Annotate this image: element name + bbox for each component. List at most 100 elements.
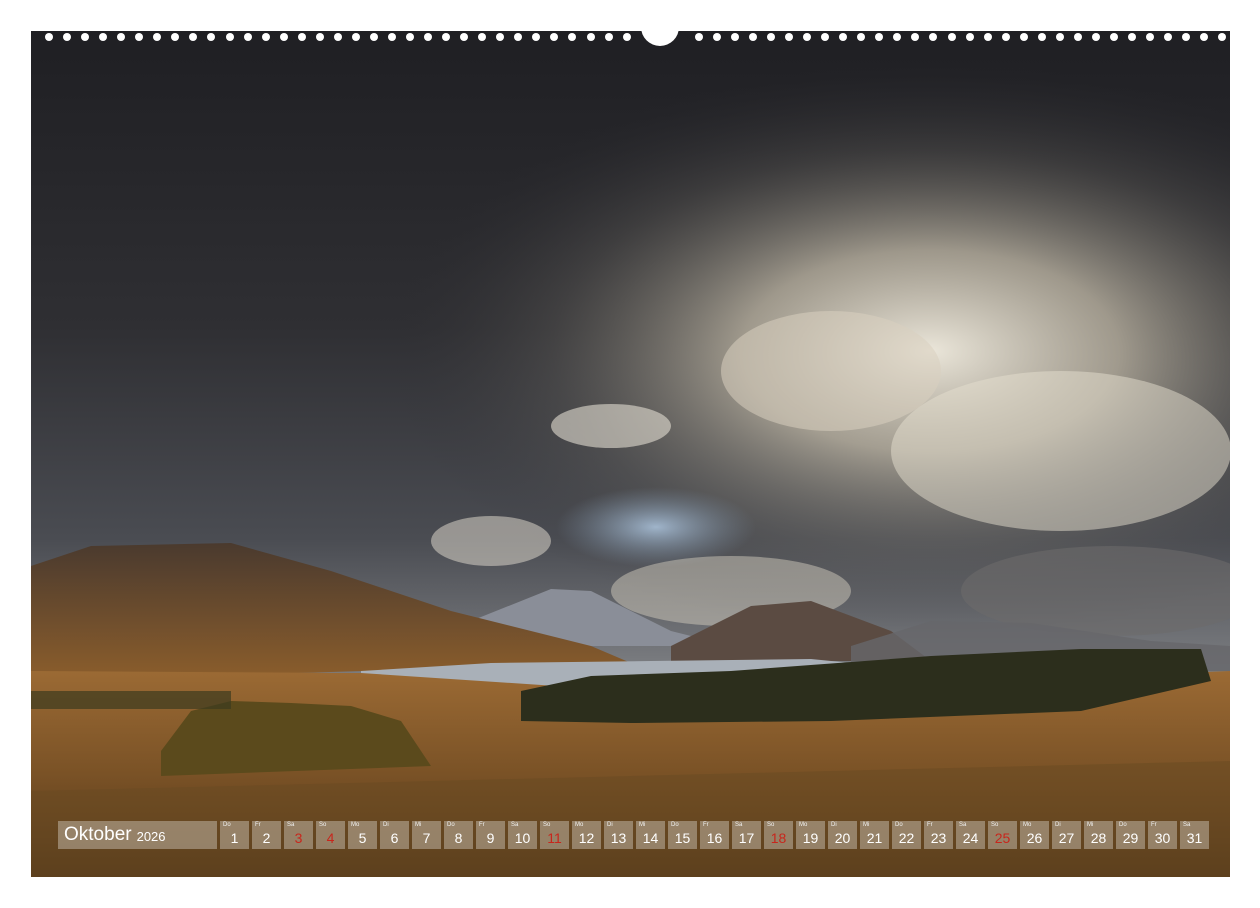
- binding-hole: [767, 33, 775, 41]
- day-weekday: Mo: [351, 822, 360, 828]
- binding-hole: [496, 33, 505, 41]
- day-cell: Mo 26: [1020, 821, 1049, 849]
- binding-hole: [712, 33, 721, 41]
- day-cell: Fr 30: [1148, 821, 1177, 849]
- day-weekday: Mo: [575, 822, 584, 828]
- day-number: 14: [642, 830, 659, 846]
- binding-hole: [604, 33, 613, 41]
- day-cell: Mi 14: [636, 821, 665, 849]
- binding-hole: [351, 33, 360, 41]
- day-cell: Sa 17: [732, 821, 761, 849]
- day-weekday: Do: [223, 822, 231, 828]
- day-cell: Fr 16: [700, 821, 729, 849]
- binding-hole: [442, 33, 451, 41]
- binding-hole: [1218, 33, 1227, 41]
- calendar-strip: Oktober 2026 Do 1 Fr 2 Sa 3 So 4 Mo 5 Di 6 Mi 7 Do 8 Fr 9…: [58, 821, 1209, 849]
- day-cell: Mo 5: [348, 821, 377, 849]
- day-cell: Do 22: [892, 821, 921, 849]
- binding-hole: [406, 33, 414, 41]
- binding-hole: [189, 33, 198, 41]
- day-cell: Di 6: [380, 821, 409, 849]
- calendar-page: Oktober 2026 Do 1 Fr 2 Sa 3 So 4 Mo 5 Di 6 Mi 7 Do 8 Fr 9…: [0, 0, 1260, 908]
- binding-hole: [333, 33, 342, 41]
- day-cell: Do 15: [668, 821, 697, 849]
- binding-hole: [532, 33, 541, 41]
- binding-hole: [893, 33, 902, 41]
- spiral-binding: [31, 16, 1230, 46]
- day-weekday: Mi: [415, 822, 422, 828]
- binding-hole: [171, 33, 180, 41]
- binding-hole: [568, 33, 577, 41]
- day-weekday: Fr: [927, 822, 933, 828]
- binding-hole: [45, 33, 53, 41]
- day-weekday: Do: [895, 822, 903, 828]
- binding-hole: [1164, 33, 1173, 41]
- binding-hole: [821, 33, 830, 41]
- binding-hole: [1128, 33, 1136, 41]
- day-weekday: Sa: [959, 822, 967, 828]
- binding-hole: [983, 33, 992, 41]
- day-number: 8: [454, 830, 463, 846]
- day-weekday: So: [767, 822, 775, 828]
- day-number: 21: [866, 830, 883, 846]
- day-number: 1: [230, 830, 239, 846]
- day-weekday: Sa: [1183, 822, 1191, 828]
- binding-hole: [1019, 33, 1028, 41]
- day-cell: Sa 31: [1180, 821, 1209, 849]
- binding-hole: [135, 33, 144, 41]
- binding-hole: [279, 33, 288, 41]
- binding-hole: [153, 33, 162, 41]
- binding-hole: [297, 33, 306, 41]
- binding-hole: [730, 33, 739, 41]
- day-weekday: Mo: [799, 822, 808, 828]
- day-cell: Di 27: [1052, 821, 1081, 849]
- day-number: 4: [326, 830, 335, 846]
- day-cell: Mo 19: [796, 821, 825, 849]
- day-weekday: Fr: [255, 822, 261, 828]
- binding-hole: [460, 33, 469, 41]
- day-number: 20: [834, 830, 851, 846]
- binding-hole: [1200, 33, 1209, 41]
- day-cell: Sa 10: [508, 821, 537, 849]
- day-cell: Fr 9: [476, 821, 505, 849]
- day-cell: Mo 12: [572, 821, 601, 849]
- day-number: 9: [486, 830, 495, 846]
- day-weekday: Mi: [639, 822, 646, 828]
- binding-hole: [1182, 33, 1191, 41]
- binding-hole: [965, 33, 974, 41]
- day-number: 13: [610, 830, 627, 846]
- binding-hole: [1037, 33, 1046, 41]
- day-number: 23: [930, 830, 947, 846]
- day-number: 22: [898, 830, 915, 846]
- binding-hole: [207, 33, 216, 41]
- day-number: 31: [1186, 830, 1203, 846]
- month-label-cell: Oktober 2026: [58, 821, 217, 849]
- binding-hole: [478, 33, 487, 41]
- binding-hole: [387, 33, 396, 41]
- day-cell: So 25: [988, 821, 1017, 849]
- day-weekday: Di: [1055, 822, 1061, 828]
- binding-hole: [1055, 33, 1064, 41]
- day-number: 7: [422, 830, 431, 846]
- day-cell: Sa 24: [956, 821, 985, 849]
- month-name: Oktober: [64, 824, 132, 845]
- binding-hole: [1001, 33, 1010, 41]
- day-cell: Do 29: [1116, 821, 1145, 849]
- day-number: 15: [674, 830, 691, 846]
- day-number: 28: [1090, 830, 1107, 846]
- day-weekday: So: [991, 822, 999, 828]
- day-weekday: Sa: [735, 822, 743, 828]
- day-weekday: Do: [671, 822, 679, 828]
- day-weekday: Fr: [703, 822, 709, 828]
- binding-hole: [875, 33, 884, 41]
- binding-hole: [81, 33, 90, 41]
- day-cell: Fr 2: [252, 821, 281, 849]
- binding-hole: [947, 33, 956, 41]
- day-number: 11: [547, 830, 562, 846]
- day-number: 16: [706, 830, 723, 846]
- landscape-photo: [31, 31, 1230, 877]
- day-weekday: Do: [1119, 822, 1127, 828]
- day-weekday: Sa: [511, 822, 519, 828]
- day-number: 18: [770, 830, 787, 846]
- binding-hole: [1146, 33, 1155, 41]
